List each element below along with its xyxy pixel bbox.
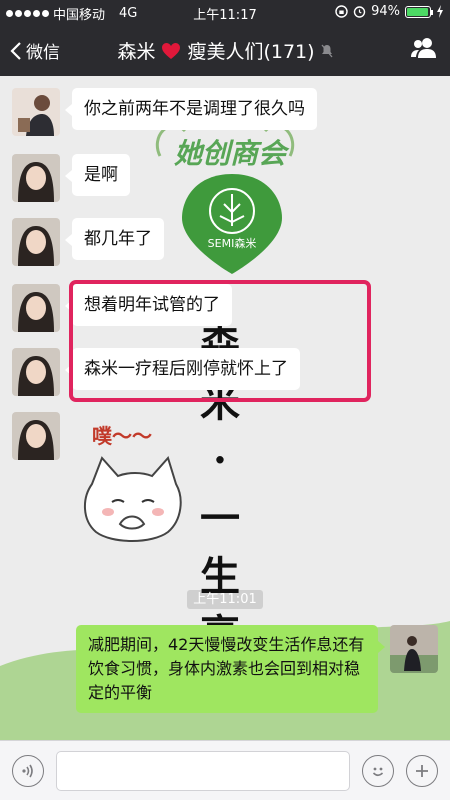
back-label: 微信 [26,43,60,63]
input-bar [0,740,450,800]
group-icon [411,38,436,58]
time-label-text: 上午11:01 [187,590,263,609]
message-row: 想着明年试管的了 [12,284,232,332]
back-button[interactable]: 微信 [10,38,60,63]
self-avatar[interactable] [390,625,438,673]
message-bubble: 你之前两年不是调理了很久吗 [65,88,317,130]
status-right: 94% [335,4,444,19]
avatar[interactable] [12,284,60,332]
alarm-icon [353,6,366,18]
message-bubble: 森米一疗程后刚停就怀上了 [65,348,300,390]
more-button[interactable] [406,755,438,787]
status-bar: 中国移动 4G 上午11:17 94% [0,0,450,24]
message-bubble: 是啊 [65,154,130,196]
watermark-char: · [213,437,227,484]
sticker[interactable]: 噗～～ [72,412,192,552]
chat-area[interactable]: 她创商会 SEMI森米 森米·一生享 你之前两年不是调理了很久吗 是啊 都几年了… [0,76,450,740]
voice-button[interactable] [12,755,44,787]
time-label: 上午11:01 [0,588,450,609]
chevron-left-icon [10,41,21,60]
message-bubble: 想着明年试管的了 [65,284,232,326]
message-row: 都几年了 [12,218,164,266]
avatar[interactable] [12,348,60,396]
rotation-lock-icon [335,5,348,18]
mute-icon [321,44,333,57]
watermark-logo-text: SEMI森米 [207,237,257,250]
self-message-row: 减肥期间，42天慢慢改变生活作息还有饮食习惯，身体内激素也会回到相对稳定的平衡 [76,625,438,713]
nav-bar: 微信 森米 瘦美人们(171) [0,24,450,76]
message-row: 噗～～ [12,412,192,552]
chat-title-part1: 森米 [117,41,156,63]
message-bubble: 都几年了 [65,218,164,260]
avatar[interactable] [12,218,60,266]
group-members-button[interactable] [410,36,438,64]
emoji-icon [372,767,384,777]
chat-title: 森米 瘦美人们(171) [80,37,370,64]
message-row: 森米一疗程后刚停就怀上了 [12,348,300,396]
emoji-button[interactable] [362,755,394,787]
plus-icon [416,765,428,777]
heart-icon [162,42,181,59]
charging-icon [437,5,443,18]
chat-title-part2: 瘦美人们(171) [187,41,315,63]
message-row: 是啊 [12,154,130,202]
avatar[interactable] [12,154,60,202]
watermark-top-text: 她创商会 [173,137,286,170]
watermark-char: 一 [200,495,240,542]
message-row: 你之前两年不是调理了很久吗 [12,88,317,136]
avatar[interactable] [12,88,60,136]
cat-sticker-icon [84,456,182,542]
avatar[interactable] [12,412,60,460]
message-input[interactable] [56,751,350,791]
battery-percent: 94% [371,4,400,19]
battery-icon [405,5,433,18]
self-message-bubble: 减肥期间，42天慢慢改变生活作息还有饮食习惯，身体内激素也会回到相对稳定的平衡 [76,625,385,713]
voice-icon [22,764,33,778]
